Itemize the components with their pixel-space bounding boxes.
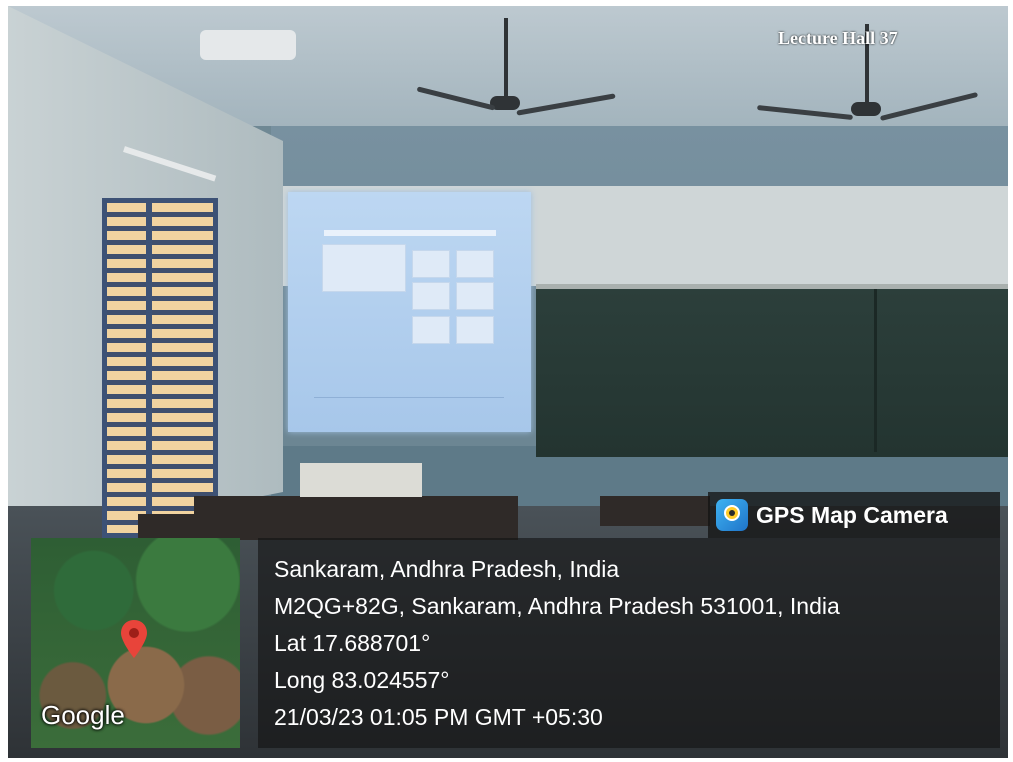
latitude: Lat 17.688701° bbox=[274, 630, 431, 656]
desk bbox=[194, 496, 518, 514]
place-name: Sankaram, Andhra Pradesh, India bbox=[274, 556, 620, 582]
podium bbox=[300, 463, 422, 497]
gps-map-camera-icon bbox=[716, 499, 748, 531]
projector bbox=[200, 30, 296, 60]
google-attribution: Google bbox=[41, 700, 125, 730]
chalkboard bbox=[536, 284, 1008, 457]
photo-frame: Lecture Hall 37 GPS Map Camera Google Sa… bbox=[8, 6, 1008, 758]
longitude: Long 83.024557° bbox=[274, 667, 450, 693]
desk bbox=[138, 514, 518, 540]
desk bbox=[600, 496, 710, 526]
window bbox=[102, 198, 218, 538]
timestamp: 21/03/23 01:05 PM GMT +05:30 bbox=[274, 704, 603, 730]
projection-screen bbox=[288, 192, 531, 432]
location-info-panel: Sankaram, Andhra Pradesh, India M2QG+82G… bbox=[258, 538, 1000, 748]
map-pin-icon bbox=[121, 620, 147, 658]
gps-map-camera-badge: GPS Map Camera bbox=[708, 492, 1000, 538]
address: M2QG+82G, Sankaram, Andhra Pradesh 53100… bbox=[274, 593, 840, 619]
brand-label: GPS Map Camera bbox=[756, 501, 948, 528]
map-thumbnail: Google bbox=[31, 538, 240, 748]
room-label: Lecture Hall 37 bbox=[778, 28, 898, 48]
